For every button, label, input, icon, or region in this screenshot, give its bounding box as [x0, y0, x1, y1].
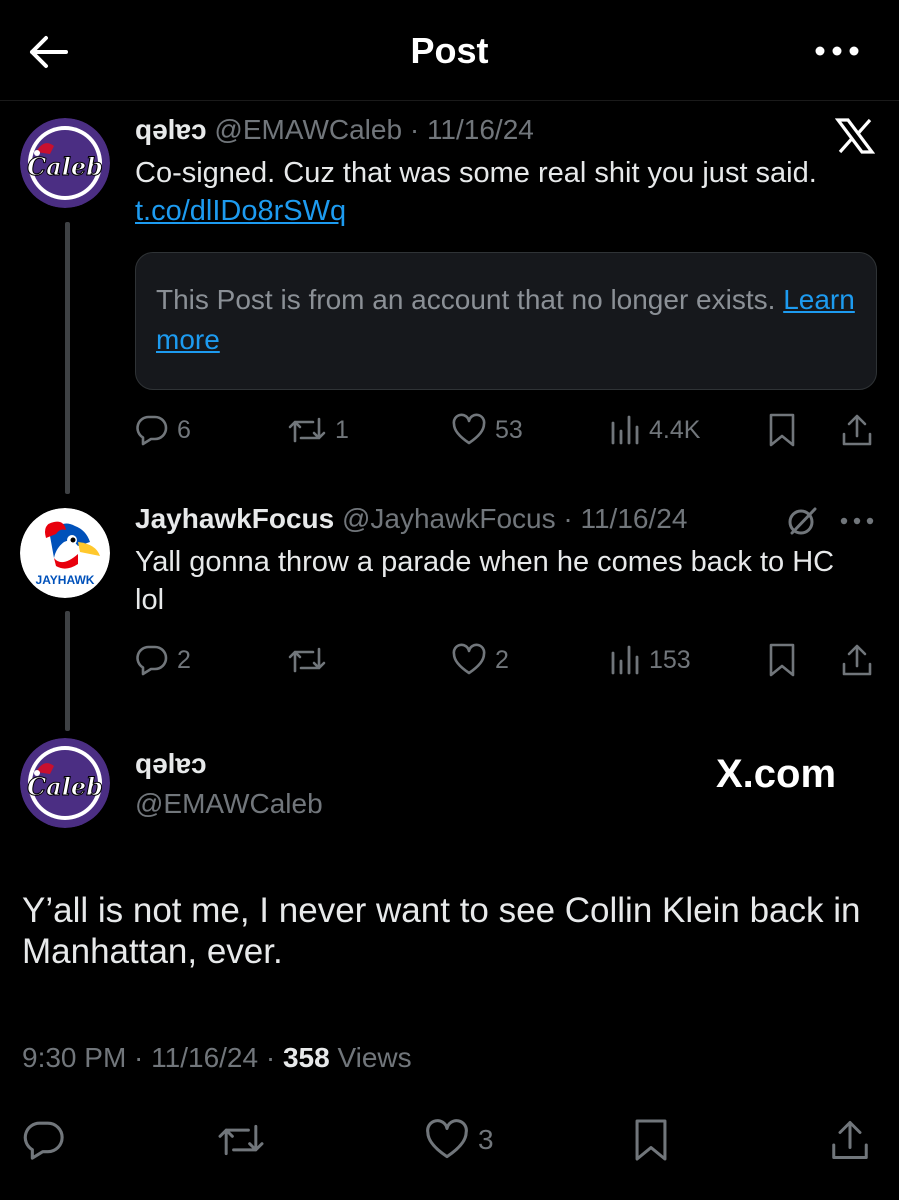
- main-actions: 3: [0, 1115, 899, 1165]
- repost-button[interactable]: [287, 640, 327, 680]
- tweet-link[interactable]: t.co/dlIDo8rSWq: [135, 195, 346, 227]
- views-button[interactable]: 4.4K: [609, 410, 700, 450]
- repost-button[interactable]: 1: [287, 410, 349, 450]
- like-icon: [452, 643, 486, 675]
- avatar[interactable]: Caleb: [20, 118, 110, 208]
- avatar[interactable]: Caleb: [20, 738, 110, 828]
- post-time: 9:30 PM · 11/16/24 ·: [22, 1042, 283, 1073]
- share-button[interactable]: [830, 1117, 870, 1163]
- x-com-watermark: X.com: [716, 752, 837, 796]
- thread-line: [65, 611, 70, 731]
- main-handle[interactable]: @EMAWCaleb: [135, 788, 323, 820]
- like-icon: [452, 413, 486, 445]
- post-date[interactable]: 11/16/24: [580, 503, 687, 534]
- views-count: 358: [282, 1042, 330, 1073]
- handle[interactable]: @EMAWCaleb: [214, 114, 402, 145]
- display-name[interactable]: JayhawkFocus: [135, 503, 334, 534]
- repost-button[interactable]: [216, 1117, 266, 1163]
- bookmark-button[interactable]: [767, 410, 797, 450]
- handle[interactable]: @JayhawkFocus: [342, 503, 556, 534]
- views-icon: [611, 645, 639, 675]
- reply-button[interactable]: [22, 1117, 66, 1163]
- views-icon: [611, 415, 639, 445]
- share-button[interactable]: [841, 410, 873, 450]
- tweet-header: qəlɐɔ @EMAWCaleb · 11/16/24: [135, 114, 534, 145]
- more-icon[interactable]: [813, 36, 861, 66]
- avatar[interactable]: JAYHAWK: [20, 508, 110, 598]
- share-icon: [842, 644, 872, 676]
- like-button[interactable]: 2: [451, 640, 509, 680]
- tweet-actions: 2 2 153: [135, 640, 880, 680]
- share-icon: [842, 414, 872, 446]
- more-icon[interactable]: [838, 512, 876, 530]
- bookmark-icon: [769, 413, 795, 447]
- reply-button[interactable]: 6: [135, 410, 191, 450]
- bookmark-button[interactable]: [767, 640, 797, 680]
- bookmark-button[interactable]: [632, 1117, 670, 1163]
- unavailable-post-card: This Post is from an account that no lon…: [135, 252, 877, 390]
- reply-icon: [136, 415, 168, 446]
- tweet-header: JayhawkFocus @JayhawkFocus · 11/16/24: [135, 503, 688, 534]
- bookmark-icon: [635, 1119, 667, 1161]
- tweet-text: Yall gonna throw a parade when he comes …: [135, 546, 835, 616]
- display-name[interactable]: qəlɐɔ: [135, 114, 207, 145]
- svg-text:Caleb: Caleb: [27, 152, 103, 181]
- grok-icon[interactable]: [784, 503, 820, 539]
- post-metadata: 9:30 PM · 11/16/24 · 358 Views: [22, 1042, 412, 1073]
- svg-text:JAYHAWK: JAYHAWK: [36, 573, 95, 587]
- main-display-name[interactable]: qəlɐɔ: [135, 748, 207, 780]
- reply-icon: [136, 645, 168, 676]
- post-date[interactable]: 11/16/24: [427, 114, 534, 145]
- page-title: Post: [410, 30, 489, 71]
- views-button[interactable]: 153: [609, 640, 691, 680]
- tweet-actions: 6 1 53 4.4K: [135, 410, 880, 450]
- repost-icon: [218, 1124, 264, 1156]
- share-icon: [832, 1121, 868, 1159]
- share-button[interactable]: [841, 640, 873, 680]
- repost-icon: [288, 417, 326, 443]
- bookmark-icon: [769, 643, 795, 677]
- thread-line: [65, 222, 70, 494]
- like-button[interactable]: 3: [424, 1117, 494, 1163]
- main-tweet-text: Y’all is not me, I never want to see Col…: [22, 891, 861, 971]
- reply-button[interactable]: 2: [135, 640, 191, 680]
- like-button[interactable]: 53: [451, 410, 523, 450]
- notice-text: This Post is from an account that no lon…: [156, 284, 784, 315]
- like-icon: [426, 1119, 468, 1159]
- svg-text:Caleb: Caleb: [27, 772, 103, 801]
- top-bar: Post: [0, 0, 899, 100]
- repost-icon: [288, 647, 326, 673]
- tweet-text: Co-signed. Cuz that was some real shit y…: [135, 157, 817, 227]
- reply-icon: [23, 1121, 64, 1160]
- x-logo-icon: [835, 118, 875, 154]
- top-divider: [0, 100, 899, 101]
